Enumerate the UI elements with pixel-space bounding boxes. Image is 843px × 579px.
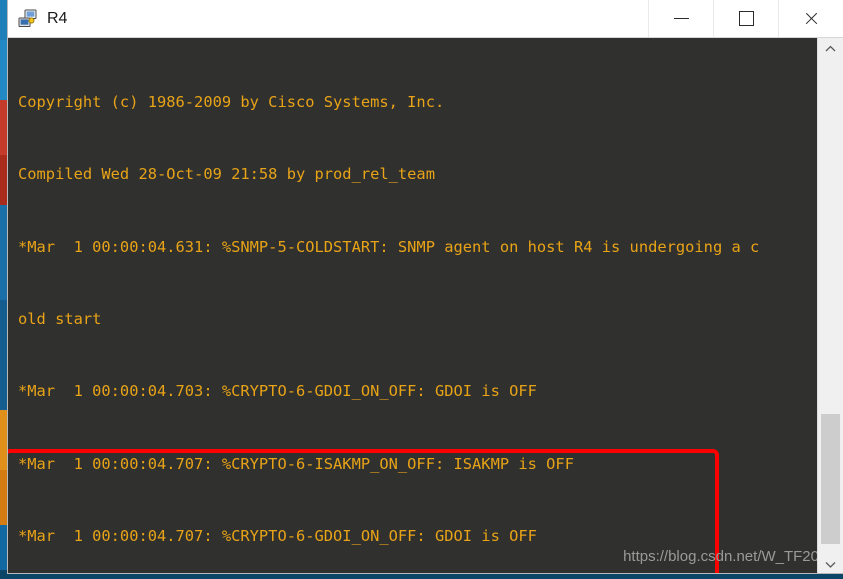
terminal-line: *Mar 1 00:00:04.703: %CRYPTO-6-GDOI_ON_O… [18, 382, 537, 401]
chevron-up-icon[interactable] [818, 38, 843, 58]
terminal-line: old start [18, 310, 102, 329]
terminal-line: *Mar 1 00:00:04.707: %CRYPTO-6-GDOI_ON_O… [18, 526, 537, 545]
minimize-icon [673, 18, 689, 19]
terminal-line: Copyright (c) 1986-2009 by Cisco Systems… [18, 93, 445, 112]
window-title: R4 [47, 9, 68, 27]
screen-root: R4 Copyright (c) 1986-2009 by Cisco Syst… [0, 0, 843, 579]
maximize-icon [738, 11, 754, 26]
close-button[interactable] [778, 0, 843, 37]
scrollbar-thumb[interactable] [821, 414, 840, 544]
close-icon [804, 11, 819, 26]
terminal-window: R4 Copyright (c) 1986-2009 by Cisco Syst… [8, 0, 843, 573]
terminal-line: Compiled Wed 28-Oct-09 21:58 by prod_rel… [18, 165, 435, 184]
maximize-button[interactable] [713, 0, 778, 37]
remote-computer-icon [18, 9, 38, 29]
chevron-down-icon[interactable] [818, 554, 843, 573]
watermark: https://blog.csdn.net/W_TF20 [623, 548, 819, 565]
window-titlebar[interactable]: R4 [8, 0, 843, 38]
terminal-line: *Mar 1 00:00:04.707: %CRYPTO-6-ISAKMP_ON… [18, 454, 574, 473]
terminal-area[interactable]: Copyright (c) 1986-2009 by Cisco Systems… [8, 38, 843, 573]
vertical-scrollbar[interactable] [817, 38, 843, 573]
minimize-button[interactable] [648, 0, 713, 37]
terminal-line: *Mar 1 00:00:04.631: %SNMP-5-COLDSTART: … [18, 237, 760, 256]
terminal-output[interactable]: Copyright (c) 1986-2009 by Cisco Systems… [8, 38, 818, 573]
window-controls [648, 0, 843, 37]
